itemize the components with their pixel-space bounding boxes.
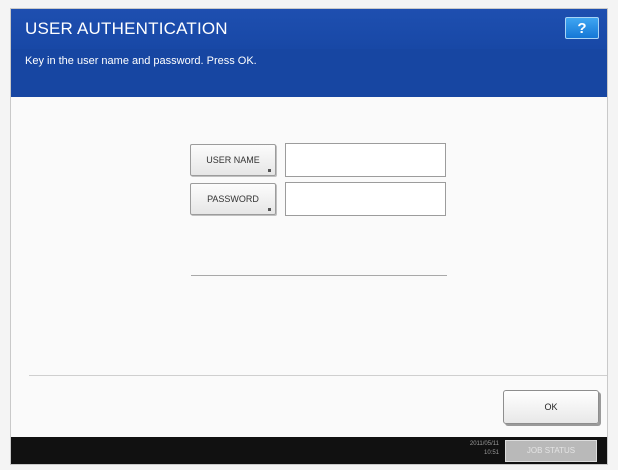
password-field[interactable]	[285, 182, 446, 216]
instruction-bar: Key in the user name and password. Press…	[11, 49, 607, 97]
status-bar: 2011/05/11 10:51 JOB STATUS	[11, 437, 607, 464]
instruction-text: Key in the user name and password. Press…	[25, 55, 257, 67]
question-mark-icon: ?	[577, 20, 587, 37]
auth-window: USER AUTHENTICATION ? Key in the user na…	[10, 8, 608, 465]
date-text: 2011/05/11	[469, 441, 499, 447]
form-divider	[191, 275, 447, 276]
password-button[interactable]: PASSWORD	[190, 183, 276, 215]
corner-marker-icon	[268, 208, 271, 211]
help-button[interactable]: ?	[565, 17, 599, 39]
footer-divider	[29, 375, 607, 376]
ok-button[interactable]: OK	[503, 390, 599, 424]
corner-marker-icon	[268, 169, 271, 172]
user-name-field[interactable]	[285, 143, 446, 177]
ok-label: OK	[544, 402, 558, 412]
time-text: 10:51	[483, 450, 499, 456]
user-name-label: USER NAME	[206, 155, 260, 165]
job-status-label: JOB STATUS	[526, 446, 576, 455]
user-name-button[interactable]: USER NAME	[190, 144, 276, 176]
password-label: PASSWORD	[207, 194, 259, 204]
title-bar: USER AUTHENTICATION ?	[11, 9, 607, 49]
job-status-button[interactable]: JOB STATUS	[505, 440, 597, 462]
page-title: USER AUTHENTICATION	[25, 19, 228, 38]
date-time-readout: 2011/05/11 10:51	[449, 440, 499, 458]
